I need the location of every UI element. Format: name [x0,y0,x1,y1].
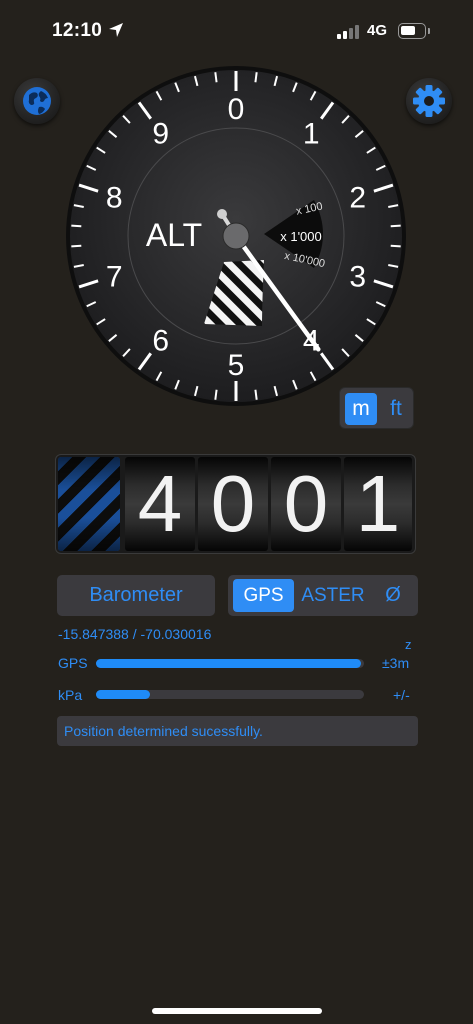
kpa-fill [96,690,150,699]
dial-numeral: 8 [106,181,123,214]
altitude-digit: 4 [137,459,183,548]
globe-icon [23,87,51,115]
dial-label: ALT [146,217,202,253]
location-arrow-icon [109,23,123,37]
dial-tick [71,224,82,228]
dial-numeral: 1 [303,117,320,150]
unit-m-option[interactable]: m [345,393,377,425]
source-aster-option[interactable]: ASTER [298,579,368,612]
cellular-signal-icon [337,25,363,39]
status-time: 12:10 [52,20,103,41]
network-type: 4G [367,22,388,39]
dial-tick [214,389,218,400]
dial-numeral: 5 [228,349,245,382]
kpa-value: +/- [393,687,410,703]
dial-numeral: 9 [152,117,169,150]
counter-drum-3: 0 [271,457,341,551]
unit-ft-option[interactable]: ft [380,393,412,425]
dial-tick [254,72,258,83]
gps-accuracy-value: ±3m [382,655,410,671]
source-none-option[interactable]: Ø [373,579,413,612]
altimeter-dial: 0123456789 x 100 x 1'000 x 10'000 ALT [66,66,406,406]
dial-tick [254,389,258,400]
source-segmented-control: GPS ASTER Ø [228,575,418,616]
gear-icon [413,85,445,117]
globe-button[interactable] [14,78,60,124]
counter-drum-4: 1 [344,457,412,551]
counter-drum-1: 4 [125,457,195,551]
coordinates: -15.847388 / -70.030016 [58,626,212,642]
dial-center-hub [222,222,250,250]
gps-accuracy-bar [96,659,364,668]
gps-accuracy-fill [96,659,362,668]
altitude-digit: 0 [283,459,329,548]
altitude-digit: 1 [355,459,401,548]
gps-row-label: GPS [58,655,88,671]
counter-drum-2: 0 [198,457,268,551]
dial-numeral: 3 [349,261,366,294]
dial-tick [214,72,218,83]
altitude-counter: 4 0 0 1 [55,454,416,554]
status-bar: 12:10 4G [0,0,473,60]
barometer-button[interactable]: Barometer [57,575,215,616]
dial-numeral: 2 [349,181,366,214]
dial-tick [71,244,82,248]
z-label: z [405,637,412,652]
dial-tick [390,224,401,228]
status-message: Position determined sucessfully. [57,716,418,746]
dial-numeral: 7 [106,261,123,294]
kpa-bar [96,690,364,699]
battery-icon [398,23,430,39]
altitude-digit: 0 [210,459,256,548]
dial-window-mid: x 1'000 [280,229,322,244]
settings-button[interactable] [406,78,452,124]
unit-toggle: m ft [339,387,414,429]
counter-stripe-drum [58,457,120,551]
dial-numeral: 6 [152,325,169,358]
home-indicator [152,1008,322,1014]
dial-numeral: 0 [228,93,245,126]
source-gps-option[interactable]: GPS [233,579,294,612]
dial-tick [390,244,401,248]
kpa-row-label: kPa [58,687,83,703]
